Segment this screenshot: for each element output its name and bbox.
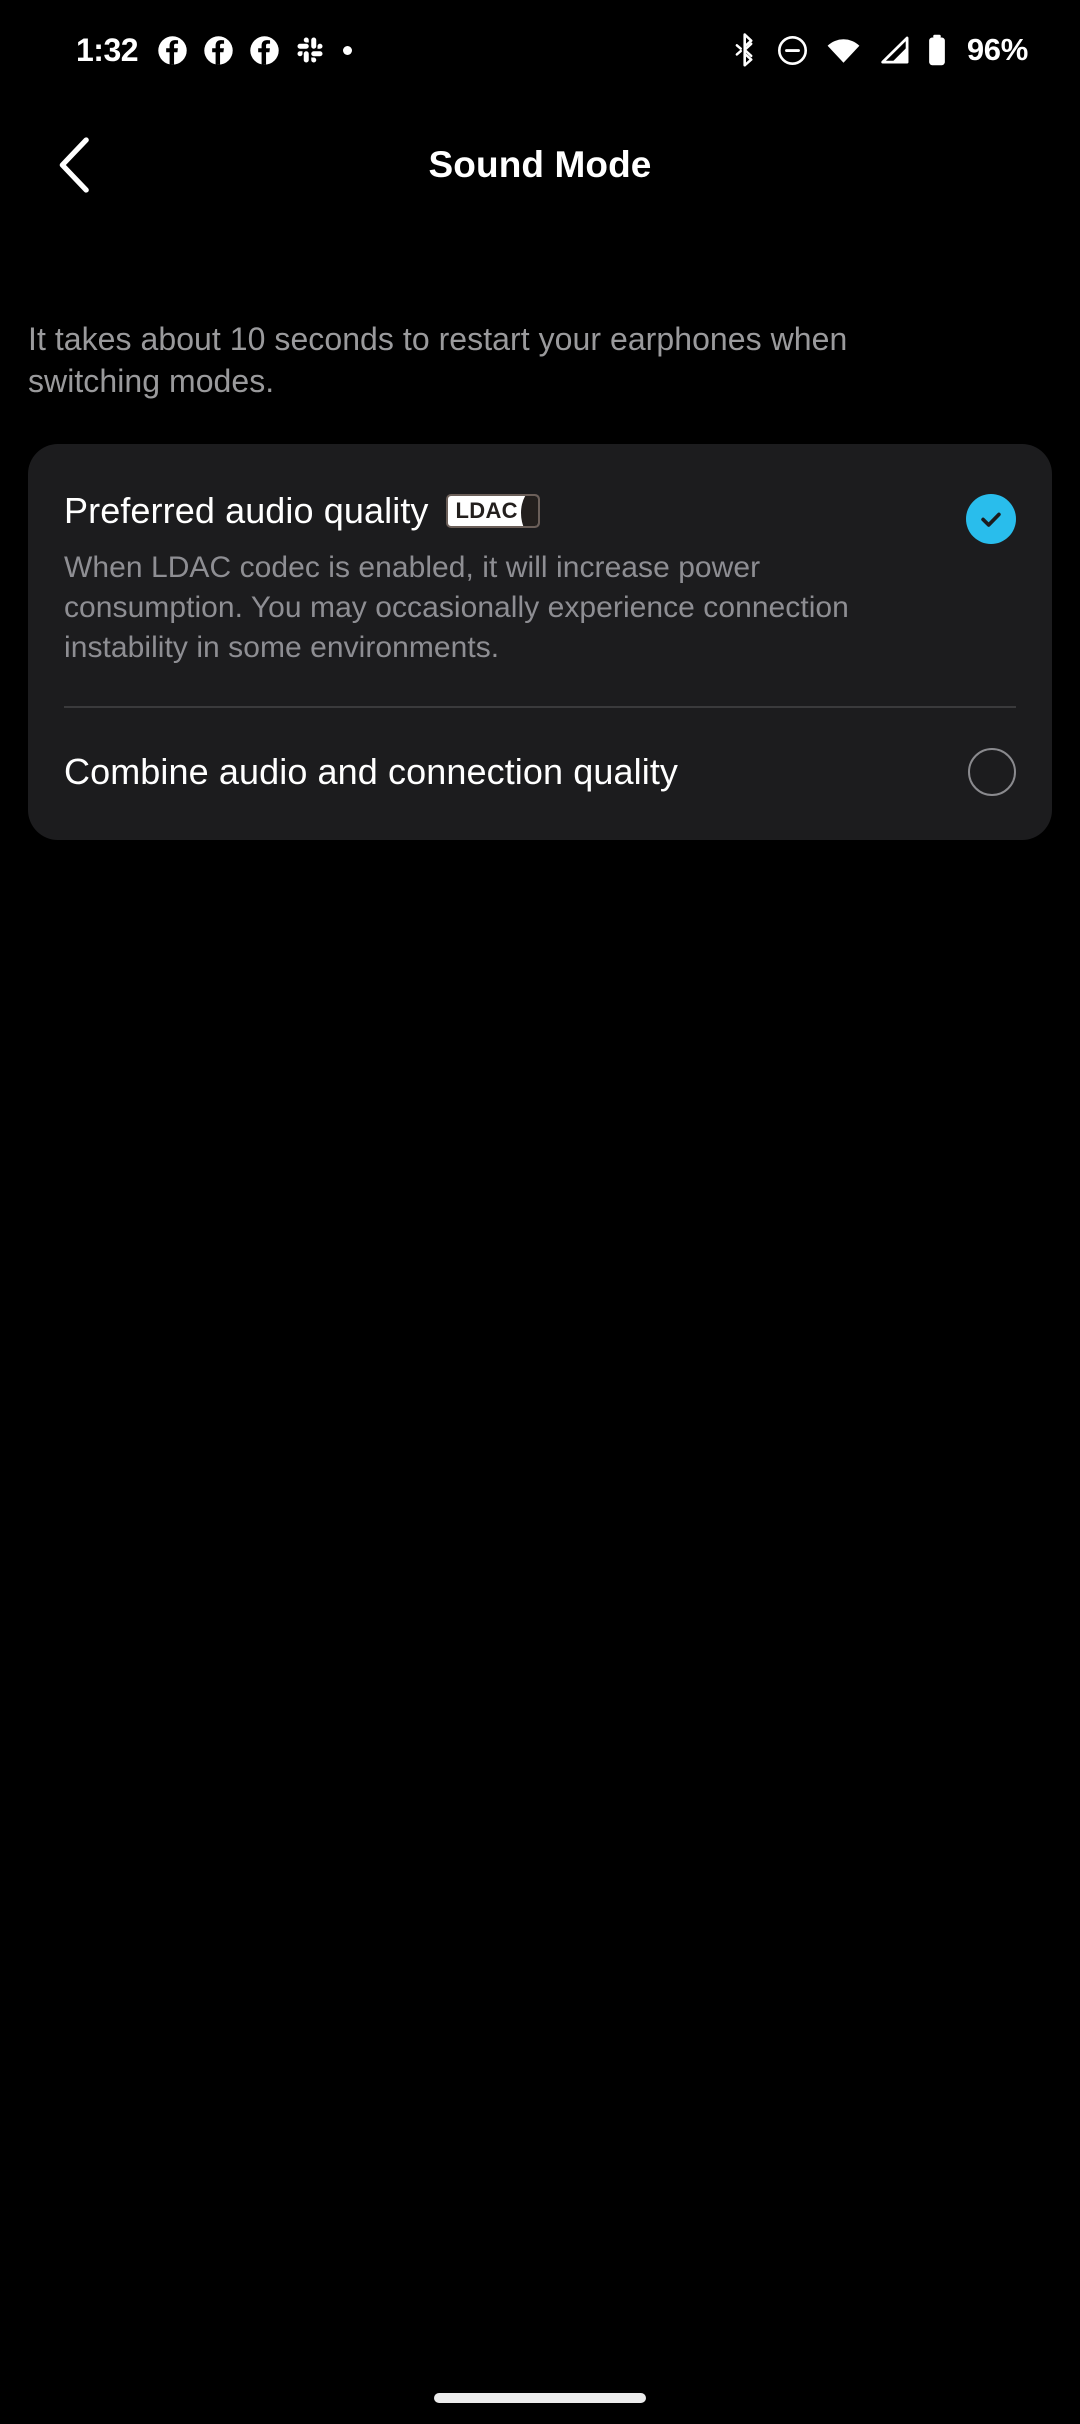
slack-icon — [297, 37, 323, 63]
status-bar: 1:32 96% — [0, 0, 1080, 100]
wifi-icon — [827, 39, 860, 63]
ldac-badge: LDAC — [445, 494, 540, 528]
back-button[interactable] — [32, 122, 118, 208]
notification-dot-icon — [343, 45, 353, 55]
facebook-icon — [250, 35, 279, 65]
option-description: When LDAC codec is enabled, it will incr… — [64, 551, 849, 664]
status-bar-clock: 1:32 — [76, 31, 139, 68]
option-text-block: Preferred audio quality LDAC When LDAC c… — [64, 488, 942, 668]
app-bar: Sound Mode — [0, 100, 1080, 230]
sound-mode-options-card: Preferred audio quality LDAC When LDAC c… — [28, 444, 1052, 840]
do-not-disturb-icon — [777, 35, 807, 65]
home-indicator[interactable] — [434, 2393, 646, 2403]
option-combine-audio-and-connection-quality[interactable]: Combine audio and connection quality — [64, 708, 1016, 840]
battery-percentage: 96% — [966, 32, 1028, 67]
facebook-icon — [158, 35, 187, 65]
status-bar-right: 96% — [733, 32, 1028, 68]
restart-note: It takes about 10 seconds to restart you… — [28, 321, 848, 399]
option-text-block: Combine audio and connection quality — [64, 749, 944, 795]
bluetooth-icon — [735, 33, 753, 67]
ldac-badge-label: LDAC — [455, 498, 518, 523]
facebook-icon — [204, 35, 233, 65]
checkmark-icon — [981, 512, 1001, 527]
chevron-left-icon — [59, 137, 89, 193]
option-title: Combine audio and connection quality — [64, 750, 679, 792]
battery-icon — [928, 34, 945, 66]
check-circle-icon[interactable] — [966, 494, 1016, 544]
cellular-signal-icon — [881, 36, 909, 64]
option-title-row: Preferred audio quality LDAC — [64, 488, 942, 534]
radio-unselected-icon[interactable] — [968, 747, 1016, 796]
status-bar-left: 1:32 — [76, 31, 353, 69]
page-title: Sound Mode — [428, 144, 652, 185]
option-title: Preferred audio quality — [64, 490, 429, 531]
option-preferred-audio-quality[interactable]: Preferred audio quality LDAC When LDAC c… — [64, 444, 1016, 706]
